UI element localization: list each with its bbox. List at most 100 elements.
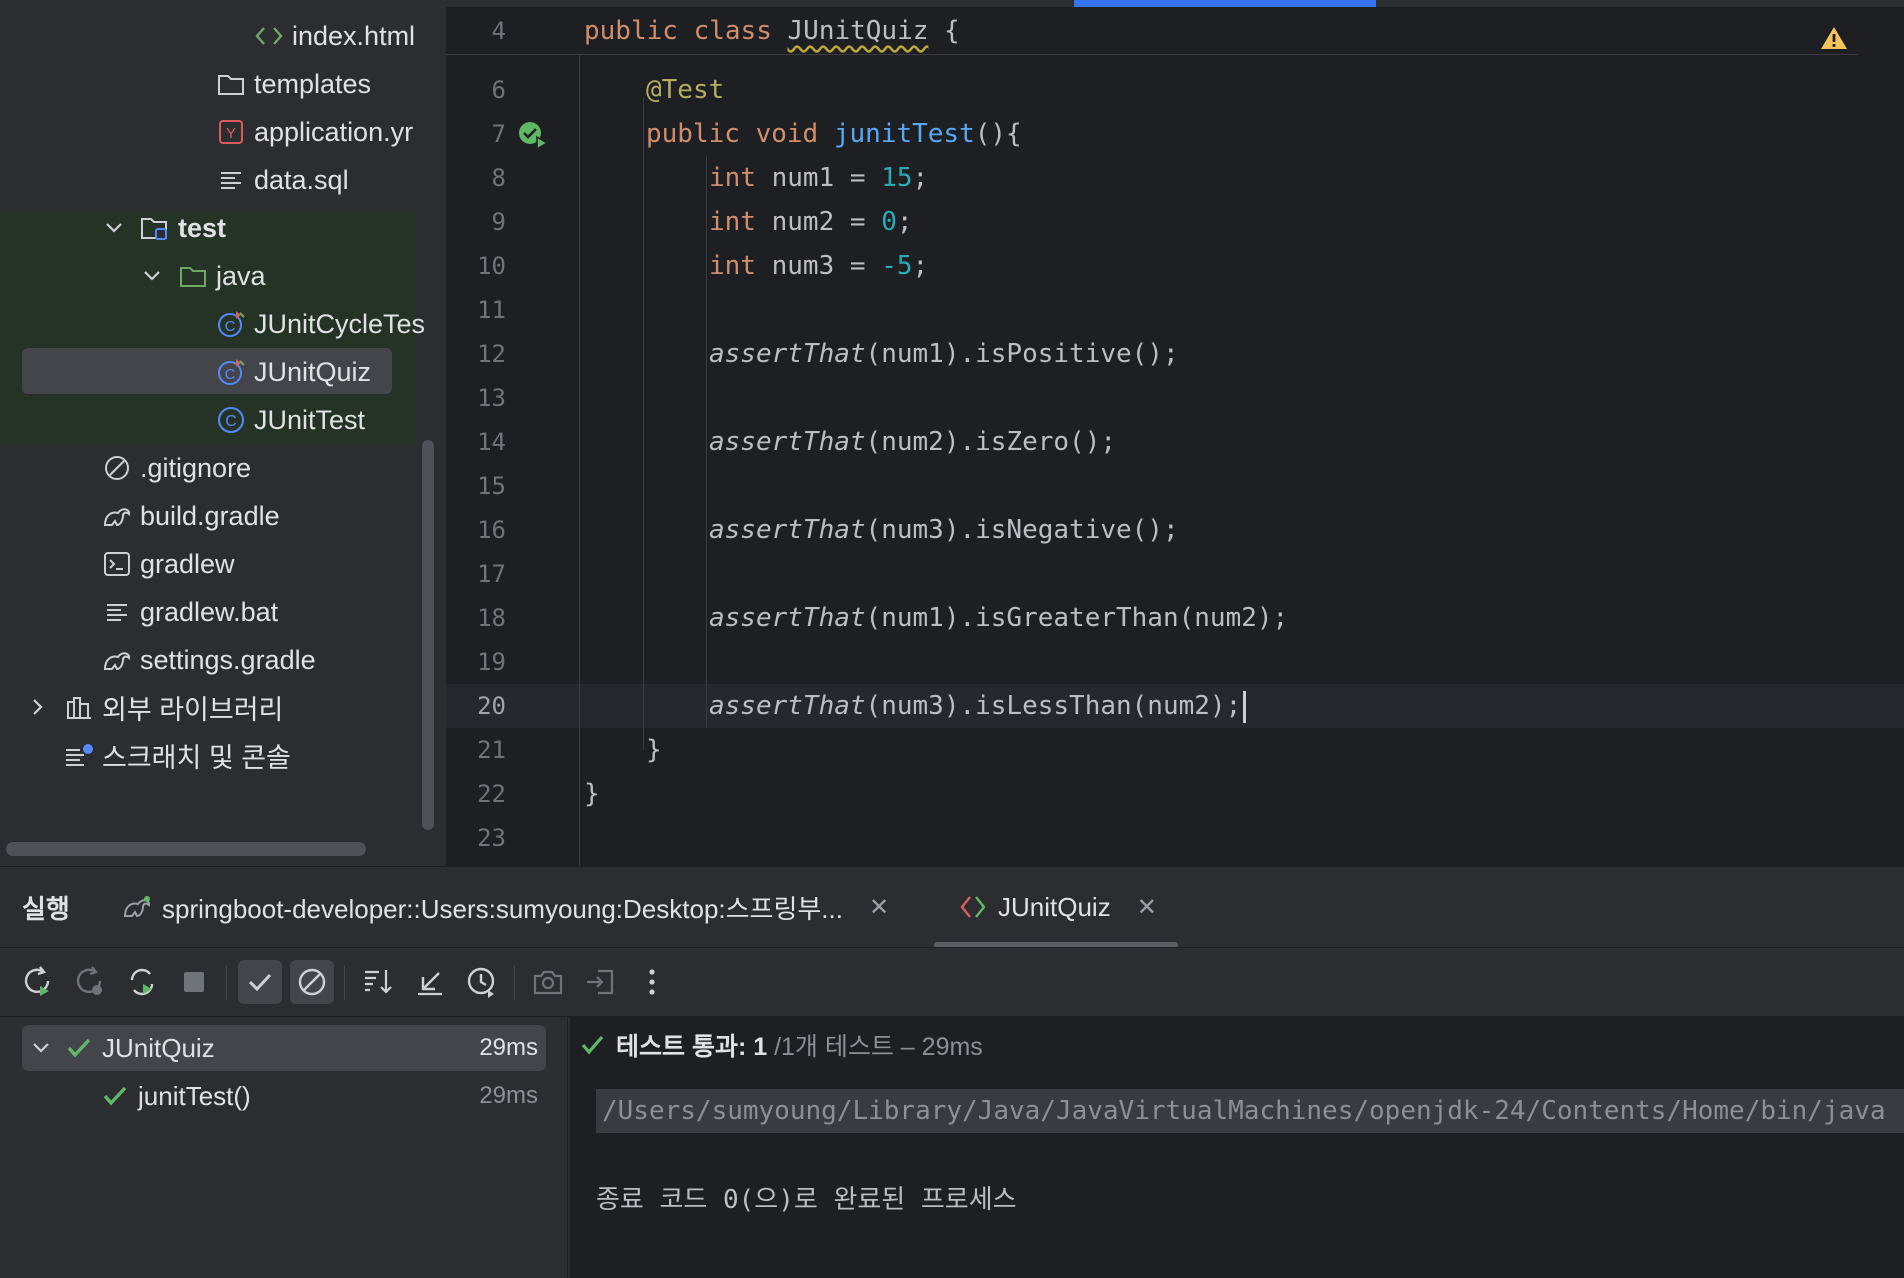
- toggle-auto-test-button[interactable]: [120, 960, 164, 1004]
- chevron-down-icon[interactable]: [26, 1042, 56, 1054]
- warning-icon[interactable]: [1820, 25, 1850, 55]
- show-ignored-toggle[interactable]: [290, 960, 334, 1004]
- scratch-icon: [64, 740, 94, 770]
- gradle-icon: [122, 892, 152, 922]
- code-text: ;: [912, 163, 929, 193]
- line-number: 6: [491, 76, 506, 104]
- tree-item-junitcycletest[interactable]: C JUnitCycleTes: [216, 300, 425, 348]
- run-tab-junitquiz[interactable]: JUnitQuiz ✕: [958, 887, 1157, 927]
- test-suite-row[interactable]: JUnitQuiz 29ms: [22, 1025, 546, 1071]
- code-row[interactable]: 23: [446, 816, 1904, 860]
- code-row[interactable]: 14 assertThat(num2).isZero();: [446, 420, 1904, 464]
- test-case-row[interactable]: junitTest() 29ms: [22, 1073, 546, 1119]
- toolbar-separator: [226, 966, 227, 1000]
- code-row[interactable]: 21 }: [446, 728, 1904, 772]
- code-row[interactable]: 12 assertThat(num1).isPositive();: [446, 332, 1904, 376]
- screenshot-button[interactable]: [526, 960, 570, 1004]
- console-exit-message: 종료 코드 0(으)로 완료된 프로세스: [596, 1185, 1017, 1215]
- show-passed-toggle[interactable]: [238, 960, 282, 1004]
- code-row[interactable]: 9 int num2 = 0;: [446, 200, 1904, 244]
- code-line[interactable]: assertThat(num1).isPositive();: [709, 332, 1179, 376]
- code-row[interactable]: 8 int num1 = 15;: [446, 156, 1904, 200]
- code-row[interactable]: 18 assertThat(num1).isGreaterThan(num2);: [446, 596, 1904, 640]
- tests-total-duration: /1개 테스트 – 29ms: [767, 1033, 983, 1061]
- run-test-passed-icon[interactable]: [518, 120, 552, 154]
- gradle-icon: [102, 501, 132, 531]
- code-line[interactable]: assertThat(num3).isNegative();: [709, 508, 1179, 552]
- chevron-down-icon[interactable]: [102, 216, 126, 240]
- tree-item-gradlew-bat[interactable]: gradlew.bat: [102, 588, 278, 636]
- tree-item-data-sql[interactable]: data.sql: [216, 156, 349, 204]
- code-row[interactable]: 16 assertThat(num3).isNegative();: [446, 508, 1904, 552]
- collapse-all-button[interactable]: [408, 960, 452, 1004]
- tree-item-external-libraries[interactable]: 외부 라이브러리: [26, 683, 283, 731]
- tree-item-test-folder[interactable]: test: [102, 204, 226, 252]
- code-row[interactable]: 19: [446, 640, 1904, 684]
- code-row[interactable]: 6 @Test: [446, 68, 1904, 112]
- line-number: 14: [477, 428, 506, 456]
- svg-text:C: C: [225, 413, 237, 430]
- close-icon[interactable]: ✕: [869, 893, 889, 922]
- line-number: 18: [477, 604, 506, 632]
- chevron-right-icon[interactable]: [26, 695, 50, 719]
- tree-item-application-yml[interactable]: Y application.yr: [216, 108, 413, 156]
- keyword: void: [755, 119, 819, 149]
- close-icon[interactable]: ✕: [1137, 893, 1157, 922]
- tree-item-index-html[interactable]: index.html: [254, 12, 415, 60]
- rerun-failed-button[interactable]: [68, 960, 112, 1004]
- tree-item-junitquiz[interactable]: C JUnitQuiz: [216, 348, 371, 396]
- method-name: junitTest: [833, 119, 975, 149]
- run-tool-window: 실행 springboot-developer::Users:sumyoung:…: [0, 866, 1904, 1278]
- line-number: 7: [491, 120, 506, 148]
- folder-icon: [216, 69, 246, 99]
- line-number: 10: [477, 252, 506, 280]
- console-output[interactable]: 테스트 통과: 1 /1개 테스트 – 29ms /Users/sumyoung…: [570, 1017, 1904, 1278]
- code-line[interactable]: assertThat(num1).isGreaterThan(num2);: [709, 596, 1288, 640]
- import-results-button[interactable]: [578, 960, 622, 1004]
- code-row[interactable]: 22 }: [446, 772, 1904, 816]
- code-row-current[interactable]: 20 assertThat(num3).isLessThan(num2);: [446, 684, 1904, 728]
- code-row[interactable]: 15: [446, 464, 1904, 508]
- tree-item-gradlew[interactable]: gradlew: [102, 540, 235, 588]
- code-line[interactable]: public void junitTest(){: [646, 112, 1022, 156]
- line-number: 12: [477, 340, 506, 368]
- code-row[interactable]: 11: [446, 288, 1904, 332]
- tree-item-scratches-consoles[interactable]: 스크래치 및 콘솔: [64, 731, 291, 779]
- code-line[interactable]: assertThat(num3).isLessThan(num2);: [709, 684, 1247, 728]
- code-line[interactable]: int num2 = 0;: [709, 200, 913, 244]
- code-line[interactable]: }: [584, 772, 600, 816]
- sort-button[interactable]: [356, 960, 400, 1004]
- sidebar-vertical-scrollbar[interactable]: [422, 440, 434, 830]
- toolbar-separator: [514, 966, 515, 1000]
- code-line[interactable]: int num1 = 15;: [709, 156, 928, 200]
- chevron-down-icon[interactable]: [140, 264, 164, 288]
- code-row[interactable]: 13: [446, 376, 1904, 420]
- more-options-button[interactable]: [630, 960, 674, 1004]
- code-line[interactable]: @Test: [646, 68, 724, 112]
- code-line[interactable]: public class JUnitQuiz {: [584, 9, 960, 53]
- stop-button[interactable]: [172, 960, 216, 1004]
- tree-item-settings-gradle[interactable]: settings.gradle: [102, 636, 316, 684]
- test-results-tree: JUnitQuiz 29ms junitTest() 29ms: [0, 1017, 568, 1278]
- run-tab-gradle[interactable]: springboot-developer::Users:sumyoung:Des…: [122, 887, 889, 927]
- code-text: (num3).isLessThan(num2);: [865, 691, 1242, 721]
- code-row[interactable]: 10 int num3 = -5;: [446, 244, 1904, 288]
- code-line[interactable]: assertThat(num2).isZero();: [709, 420, 1116, 464]
- sticky-class-header[interactable]: 4 public class JUnitQuiz {: [446, 7, 1858, 55]
- code-line[interactable]: }: [646, 728, 662, 772]
- console-command-line[interactable]: /Users/sumyoung/Library/Java/JavaVirtual…: [596, 1089, 1904, 1133]
- rerun-button[interactable]: [16, 960, 60, 1004]
- code-line[interactable]: int num3 = -5;: [709, 244, 928, 288]
- tree-item-java-folder[interactable]: java: [140, 252, 266, 300]
- keyword: public: [584, 16, 678, 46]
- tree-item-templates[interactable]: templates: [216, 60, 371, 108]
- test-history-button[interactable]: [460, 960, 504, 1004]
- code-editor[interactable]: 4 public class JUnitQuiz { 6 @Test 7 pub…: [446, 0, 1904, 866]
- tree-item-junittest[interactable]: C JUnitTest: [216, 396, 365, 444]
- tree-item-gitignore[interactable]: .gitignore: [102, 444, 251, 492]
- run-toolbar: [0, 947, 1904, 1017]
- sidebar-horizontal-scrollbar[interactable]: [6, 842, 366, 856]
- tree-item-build-gradle[interactable]: build.gradle: [102, 492, 280, 540]
- code-row[interactable]: 7 public void junitTest(){: [446, 112, 1904, 156]
- code-row[interactable]: 17: [446, 552, 1904, 596]
